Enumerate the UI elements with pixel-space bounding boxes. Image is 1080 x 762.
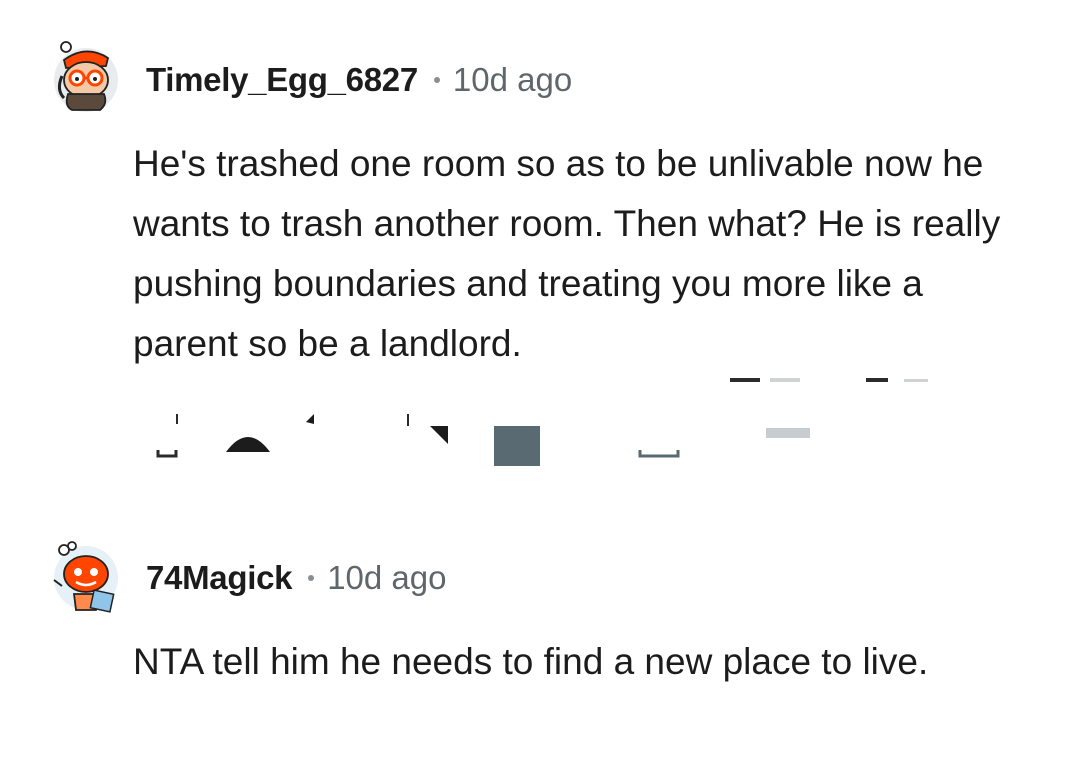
- action-bar-artifact: [156, 378, 928, 466]
- comment-meta: 74Magick 10d ago: [146, 558, 446, 598]
- username-link[interactable]: 74Magick: [146, 559, 292, 597]
- user-avatar-icon[interactable]: [50, 538, 122, 614]
- timestamp: 10d ago: [327, 559, 447, 596]
- snoo-avatar-red-icon: [53, 541, 118, 613]
- timestamp: 10d ago: [452, 61, 573, 98]
- separator-dot: [433, 77, 440, 83]
- separator-dot: [308, 575, 315, 581]
- username-link[interactable]: Timely_Egg_6827: [146, 61, 418, 99]
- snoo-avatar-glasses-icon: [54, 41, 118, 112]
- comment-body: He's trashed one room so as to be unliva…: [133, 143, 1001, 364]
- comment-meta: Timely_Egg_6827 10d ago: [146, 60, 572, 100]
- user-avatar-icon[interactable]: [50, 38, 122, 114]
- comment-body: NTA tell him he needs to find a new plac…: [133, 641, 929, 682]
